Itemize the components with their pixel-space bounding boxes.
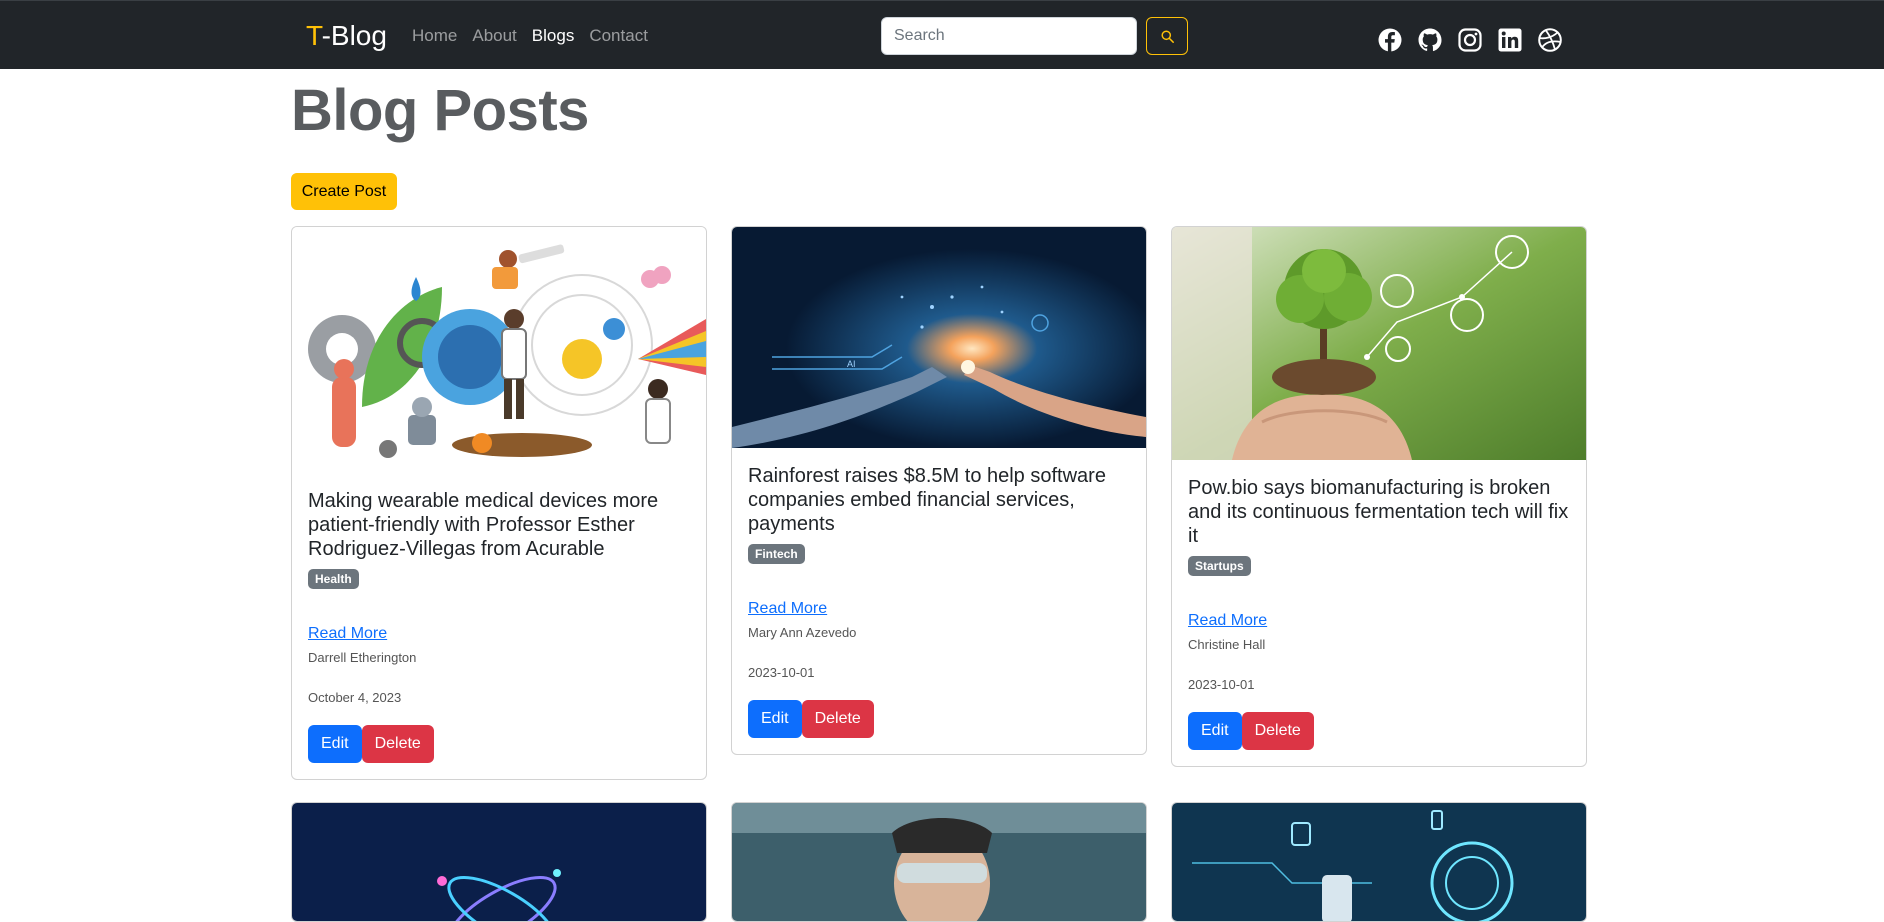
- navbar: T-Blog Home About Blogs Contact: [0, 0, 1884, 69]
- delete-button[interactable]: Delete: [801, 700, 874, 738]
- post-title: Making wearable medical devices more pat…: [308, 490, 659, 560]
- post-card: [291, 802, 707, 922]
- post-author: Darrell Etherington: [308, 650, 417, 665]
- read-more-link[interactable]: Read More: [748, 599, 1130, 619]
- post-card: [1171, 802, 1587, 922]
- read-more-link[interactable]: Read More: [308, 624, 690, 644]
- card-body: Making wearable medical devices more pat…: [292, 473, 706, 779]
- nav-home[interactable]: Home: [412, 25, 457, 47]
- nav-blogs[interactable]: Blogs: [532, 25, 575, 47]
- brand-prefix: T: [306, 20, 322, 51]
- post-title: Rainforest raises $8.5M to help software…: [748, 465, 1106, 535]
- card-actions: Edit Delete: [748, 700, 1130, 738]
- search-input[interactable]: [881, 17, 1137, 55]
- post-date: October 4, 2023: [308, 690, 402, 705]
- edit-button[interactable]: Edit: [308, 725, 362, 763]
- read-more-link[interactable]: Read More: [1188, 611, 1570, 631]
- post-card: AI Rainforest raises $8.5M to help softw…: [731, 226, 1147, 755]
- svg-text:AI: AI: [847, 359, 856, 369]
- social-links: [1378, 28, 1562, 52]
- card-actions: Edit Delete: [1188, 712, 1570, 750]
- post-date: 2023-10-01: [1188, 677, 1255, 692]
- category-badge: Health: [308, 569, 359, 589]
- post-image-cyber-security[interactable]: [1172, 803, 1586, 922]
- page-title: Blog Posts: [291, 78, 589, 143]
- card-actions: Edit Delete: [308, 725, 690, 763]
- post-card: [731, 802, 1147, 922]
- instagram-icon[interactable]: [1458, 28, 1482, 52]
- search-button[interactable]: [1146, 17, 1188, 55]
- card-body: Pow.bio says biomanufacturing is broken …: [1172, 460, 1586, 766]
- category-badge: Fintech: [748, 544, 805, 564]
- nav-contact[interactable]: Contact: [589, 25, 648, 47]
- card-body: Rainforest raises $8.5M to help software…: [732, 448, 1146, 754]
- post-card: Making wearable medical devices more pat…: [291, 226, 707, 780]
- nav-links: Home About Blogs Contact: [412, 25, 648, 47]
- post-date: 2023-10-01: [748, 665, 815, 680]
- edit-button[interactable]: Edit: [748, 700, 802, 738]
- category-badge: Startups: [1188, 556, 1251, 576]
- facebook-icon[interactable]: [1378, 28, 1402, 52]
- post-image-tree-in-hands[interactable]: [1172, 227, 1586, 460]
- delete-button[interactable]: Delete: [1241, 712, 1314, 750]
- brand-logo[interactable]: T-Blog: [306, 19, 387, 53]
- post-card: Pow.bio says biomanufacturing is broken …: [1171, 226, 1587, 767]
- dribbble-icon[interactable]: [1538, 28, 1562, 52]
- github-icon[interactable]: [1418, 28, 1442, 52]
- post-image-lab-scientist[interactable]: [732, 803, 1146, 922]
- create-post-button[interactable]: Create Post: [291, 173, 397, 210]
- search-icon: [1160, 29, 1174, 43]
- nav-about[interactable]: About: [472, 25, 516, 47]
- delete-button[interactable]: Delete: [361, 725, 434, 763]
- post-title: Pow.bio says biomanufacturing is broken …: [1188, 477, 1569, 547]
- post-image-ai-hands[interactable]: AI: [732, 227, 1146, 448]
- linkedin-icon[interactable]: [1498, 28, 1522, 52]
- post-author: Mary Ann Azevedo: [748, 625, 857, 640]
- post-image-science-illustration[interactable]: [292, 227, 706, 473]
- brand-suffix: -Blog: [321, 20, 387, 51]
- post-image-atom-neon[interactable]: [292, 803, 706, 922]
- post-author: Christine Hall: [1188, 637, 1266, 652]
- edit-button[interactable]: Edit: [1188, 712, 1242, 750]
